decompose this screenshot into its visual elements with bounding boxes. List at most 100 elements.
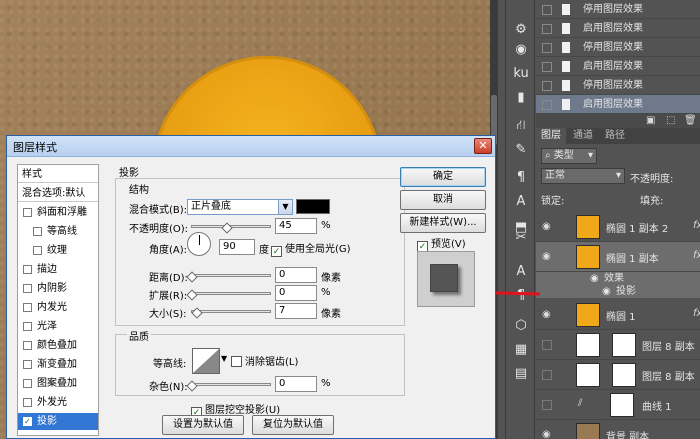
checkbox[interactable]: [23, 322, 32, 331]
eye-icon[interactable]: ◉: [590, 272, 599, 285]
style-list-item[interactable]: 渐变叠加: [18, 356, 98, 373]
dialog-titlebar[interactable]: 图层样式 ✕: [7, 136, 495, 157]
fx-icon[interactable]: fx: [693, 308, 700, 319]
info-icon[interactable]: ▤: [510, 364, 532, 384]
opacity-input[interactable]: 45: [275, 218, 317, 234]
size-input[interactable]: 7: [275, 303, 317, 319]
cancel-button[interactable]: 取消: [400, 190, 486, 210]
checkbox[interactable]: [23, 303, 32, 312]
new-snapshot-icon[interactable]: ▣: [646, 114, 655, 128]
eye-icon[interactable]: ◉: [542, 429, 551, 439]
navigator-icon[interactable]: ▦: [510, 340, 532, 360]
effects-row[interactable]: ◉ 效果: [536, 272, 700, 285]
distance-slider[interactable]: [191, 274, 271, 277]
tab-layers[interactable]: 图层: [536, 128, 566, 144]
character-icon[interactable]: A: [510, 192, 532, 212]
contour-picker[interactable]: [192, 348, 220, 374]
style-list-item[interactable]: 样式: [18, 166, 98, 183]
layer-row[interactable]: 图层 8 副本: [536, 330, 700, 360]
layer-row[interactable]: ⫽ 曲线 1: [536, 390, 700, 420]
new-document-icon[interactable]: ⬚: [666, 114, 675, 128]
history-toggle-box[interactable]: [542, 24, 552, 34]
brush-icon[interactable]: ✎: [510, 140, 532, 160]
style-list-item[interactable]: 外发光: [18, 394, 98, 411]
checkbox[interactable]: [23, 379, 32, 388]
preview-checkbox[interactable]: ✓ 预览(V): [417, 235, 466, 252]
noise-input[interactable]: 0: [275, 376, 317, 392]
kuler-icon[interactable]: ku: [510, 64, 532, 84]
drop-shadow-effect-row[interactable]: ◉ 投影: [536, 285, 700, 298]
eye-icon[interactable]: ◉: [542, 221, 551, 232]
checkbox[interactable]: [33, 246, 42, 255]
layer-filter-select[interactable]: ⌕ 类型 ▾: [541, 148, 597, 164]
blend-mode-select[interactable]: 正片叠底 ▼: [187, 199, 293, 215]
checkbox[interactable]: [23, 265, 32, 274]
spread-slider[interactable]: [191, 292, 271, 295]
checkbox[interactable]: [33, 227, 42, 236]
angle-input[interactable]: 90: [219, 239, 255, 255]
style-list-item[interactable]: 内阴影: [18, 280, 98, 297]
eye-icon[interactable]: ◉: [542, 309, 551, 320]
noise-slider[interactable]: [191, 383, 271, 386]
history-item[interactable]: 启用图层效果: [536, 95, 700, 114]
checkbox[interactable]: [23, 208, 32, 217]
checkbox[interactable]: [23, 341, 32, 350]
layer-row[interactable]: 图层 8 副本: [536, 360, 700, 390]
style-list-item[interactable]: 斜面和浮雕: [18, 204, 98, 221]
style-list-item[interactable]: 颜色叠加: [18, 337, 98, 354]
checkbox[interactable]: [23, 360, 32, 369]
chevron-down-icon[interactable]: ▼: [221, 354, 227, 363]
history-toggle-box[interactable]: [542, 43, 552, 53]
style-list-item[interactable]: 等高线: [18, 223, 98, 240]
history-toggle-box[interactable]: [542, 62, 552, 72]
checkbox[interactable]: [23, 398, 32, 407]
checked-checkbox[interactable]: ✓: [23, 417, 32, 426]
history-item[interactable]: 停用图层效果: [536, 38, 700, 57]
trash-icon[interactable]: 🗑: [684, 114, 697, 128]
close-button[interactable]: ✕: [474, 138, 492, 154]
visibility-box[interactable]: [542, 370, 552, 380]
3d-icon[interactable]: ⬡: [510, 316, 532, 336]
layer-row[interactable]: ◉ 背景 副本: [536, 420, 700, 439]
ok-button[interactable]: 确定: [400, 167, 486, 187]
brush-preset-icon[interactable]: ⛙: [510, 116, 532, 136]
tools-icon[interactable]: ✂: [510, 228, 532, 248]
set-default-button[interactable]: 设置为默认值: [162, 415, 244, 435]
history-toggle-box[interactable]: [542, 81, 552, 91]
layer-row[interactable]: ◉ 椭圆 1 副本 2 fx: [536, 212, 700, 242]
layer-row[interactable]: ◉ 椭圆 1 fx: [536, 300, 700, 330]
reset-default-button[interactable]: 复位为默认值: [252, 415, 334, 435]
spread-input[interactable]: 0: [275, 285, 317, 301]
style-list-item[interactable]: ✓ 投影: [18, 413, 98, 430]
style-list-item[interactable]: 描边: [18, 261, 98, 278]
history-item[interactable]: 停用图层效果: [536, 76, 700, 95]
visibility-box[interactable]: [542, 400, 552, 410]
style-list-item[interactable]: 混合选项:默认: [18, 185, 98, 202]
angle-dial[interactable]: [187, 232, 211, 256]
history-toggle-box[interactable]: [542, 5, 552, 15]
distance-input[interactable]: 0: [275, 267, 317, 283]
style-list-item[interactable]: 内发光: [18, 299, 98, 316]
eye-icon[interactable]: ◉: [542, 251, 551, 262]
tab-channels[interactable]: 通道: [568, 128, 598, 144]
type-icon[interactable]: A: [510, 262, 532, 282]
global-light-checkbox[interactable]: ✓ 使用全局光(G): [271, 240, 351, 257]
new-style-button[interactable]: 新建样式(W)...: [400, 213, 486, 233]
checkbox[interactable]: [23, 284, 32, 293]
eye-icon[interactable]: ◉: [602, 285, 611, 298]
tab-paths[interactable]: 路径: [600, 128, 630, 144]
history-toggle-box[interactable]: [542, 100, 552, 110]
paragraph-icon[interactable]: ¶: [510, 168, 532, 188]
fx-icon[interactable]: fx: [693, 250, 700, 261]
settings-icon[interactable]: ⚙: [510, 20, 532, 40]
visibility-box[interactable]: [542, 340, 552, 350]
style-list-item[interactable]: 光泽: [18, 318, 98, 335]
style-list-item[interactable]: 纹理: [18, 242, 98, 259]
antialias-checkbox[interactable]: 消除锯齿(L): [231, 353, 298, 368]
histogram-icon[interactable]: ▮: [510, 88, 532, 108]
layer-row[interactable]: ◉ 椭圆 1 副本 fx: [536, 242, 700, 272]
shadow-color-swatch[interactable]: [296, 199, 330, 214]
style-list-item[interactable]: 图案叠加: [18, 375, 98, 392]
history-item[interactable]: 启用图层效果: [536, 19, 700, 38]
fx-icon[interactable]: fx: [693, 220, 700, 231]
